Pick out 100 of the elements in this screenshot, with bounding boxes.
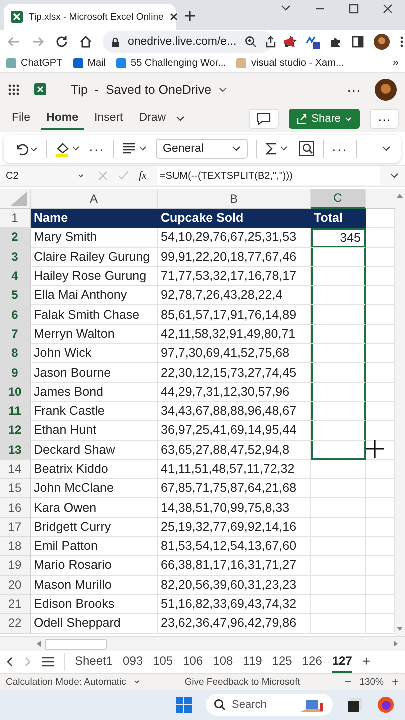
- row-header[interactable]: 10: [0, 382, 31, 402]
- comment-button[interactable]: [248, 109, 279, 129]
- more-button[interactable]: ···: [89, 142, 105, 156]
- align-icon[interactable]: [122, 142, 148, 156]
- bookmark[interactable]: Mail: [72, 58, 106, 68]
- new-tab-icon[interactable]: [184, 10, 196, 22]
- chevron-down-icon[interactable]: [281, 4, 291, 12]
- sheet-tab[interactable]: 125: [272, 651, 292, 673]
- sheet-tab[interactable]: Sheet1: [75, 651, 114, 673]
- bookmark[interactable]: visual studio - Xam...: [236, 58, 344, 68]
- scroll-left-icon[interactable]: [36, 641, 41, 647]
- bookmark[interactable]: ChatGPT: [6, 58, 63, 68]
- avatar-icon[interactable]: [375, 78, 397, 100]
- row-header[interactable]: 6: [0, 305, 31, 325]
- add-sheet-button[interactable]: +: [362, 653, 371, 671]
- previous-sheet-icon[interactable]: [6, 657, 14, 667]
- chevron-down-icon[interactable]: [382, 146, 391, 152]
- check-icon[interactable]: [118, 171, 129, 181]
- bookmark[interactable]: 55 Challenging Wor...: [116, 58, 226, 68]
- vertical-scrollbar[interactable]: [395, 189, 405, 636]
- scroll-right-icon[interactable]: [394, 641, 399, 647]
- row-header[interactable]: 7: [0, 324, 31, 344]
- start-icon[interactable]: [176, 697, 192, 713]
- ribbon-tab[interactable]: File: [6, 108, 37, 130]
- row-header[interactable]: 21: [0, 594, 31, 614]
- extension-icon[interactable]: [306, 35, 320, 49]
- more-button[interactable]: ···: [347, 82, 361, 98]
- row-header[interactable]: 2: [0, 228, 31, 248]
- ribbon-tab[interactable]: Draw: [133, 108, 172, 130]
- row-header[interactable]: 12: [0, 421, 31, 441]
- row-header[interactable]: 20: [0, 576, 31, 595]
- zoom-level[interactable]: 130%: [360, 676, 384, 688]
- scrollbar-thumb[interactable]: [45, 638, 107, 650]
- ribbon-tab[interactable]: Home: [40, 108, 84, 130]
- avatar-icon[interactable]: [374, 34, 390, 50]
- row-header[interactable]: 3: [0, 248, 31, 267]
- row-header[interactable]: 11: [0, 402, 31, 422]
- row-header[interactable]: 16: [0, 498, 31, 518]
- sheet-tab[interactable]: 105: [153, 651, 174, 673]
- close-icon[interactable]: [383, 4, 393, 14]
- row-header[interactable]: 19: [0, 556, 31, 576]
- sheet-tab[interactable]: 093: [123, 651, 144, 673]
- zoom-icon[interactable]: [244, 36, 257, 48]
- row-header[interactable]: 14: [0, 460, 31, 480]
- task-view-icon[interactable]: [347, 697, 363, 713]
- document-title[interactable]: Tip - Saved to OneDrive: [71, 82, 228, 96]
- search-field[interactable]: Search: [206, 694, 333, 716]
- browser-icon[interactable]: [377, 696, 395, 714]
- share-button[interactable]: Share: [288, 109, 360, 129]
- more-button[interactable]: ···: [332, 142, 348, 156]
- row-header[interactable]: 13: [0, 440, 31, 460]
- table-cell: Mario Rosario: [31, 556, 158, 576]
- find-icon[interactable]: [299, 141, 315, 157]
- number-format-dropdown[interactable]: General: [156, 139, 248, 159]
- app-launcher-icon[interactable]: [8, 84, 20, 96]
- share-icon[interactable]: [264, 36, 277, 48]
- menu-icon[interactable]: [400, 36, 404, 48]
- fill-color-icon[interactable]: [55, 141, 81, 157]
- reload-icon[interactable]: [55, 35, 69, 49]
- row-header[interactable]: 1: [0, 209, 31, 228]
- insert-function-button[interactable]: fx: [139, 170, 147, 182]
- row-header[interactable]: 9: [0, 363, 31, 383]
- ribbon-tab[interactable]: Insert: [88, 108, 130, 130]
- row-header[interactable]: 17: [0, 518, 31, 538]
- more-button[interactable]: ···: [370, 109, 399, 129]
- chevron-down-icon[interactable]: [390, 173, 399, 179]
- zoom-out-button[interactable]: −: [344, 675, 352, 689]
- sheet-list-icon[interactable]: [42, 657, 54, 667]
- sheet-tab[interactable]: 119: [243, 651, 262, 673]
- maximize-icon[interactable]: [349, 4, 359, 14]
- browser-tab[interactable]: Tip.xlsx - Microsoft Excel Online: [4, 4, 176, 30]
- sheet-tab[interactable]: 126: [302, 651, 322, 673]
- row-header[interactable]: 18: [0, 537, 31, 556]
- table-cell: Odell Sheppard: [31, 614, 158, 634]
- sheet-tab[interactable]: 106: [183, 651, 204, 673]
- bookmark-icon: [72, 58, 84, 68]
- sidebar-icon[interactable]: [352, 36, 364, 48]
- puzzle-icon[interactable]: [330, 36, 342, 48]
- calculation-mode[interactable]: Calculation Mode: Automatic: [6, 676, 126, 688]
- row-header[interactable]: 4: [0, 266, 31, 286]
- row-header[interactable]: 8: [0, 344, 31, 364]
- column-header[interactable]: C: [311, 189, 366, 209]
- table-cell: [311, 402, 366, 422]
- row-header[interactable]: 5: [0, 286, 31, 306]
- sheet-tab[interactable]: 108: [213, 651, 234, 673]
- more-bookmarks[interactable]: »: [392, 57, 399, 69]
- close-icon[interactable]: [168, 12, 179, 22]
- scroll-up-icon[interactable]: [397, 193, 403, 198]
- table-cell: Mason Murillo: [31, 576, 158, 595]
- feedback-link[interactable]: Give Feedback to Microsoft: [184, 676, 300, 688]
- home-icon[interactable]: [79, 35, 93, 49]
- chevron-down-icon[interactable]: [134, 680, 140, 684]
- row-header[interactable]: 22: [0, 614, 31, 634]
- name-box[interactable]: C2: [2, 167, 88, 185]
- horizontal-scrollbar[interactable]: [0, 636, 405, 651]
- chevron-down-icon[interactable]: [176, 116, 186, 122]
- scroll-down-icon[interactable]: [397, 627, 403, 632]
- row-header[interactable]: 15: [0, 479, 31, 498]
- formula-field[interactable]: =SUM(--(TEXTSPLIT(B2,","))): [156, 167, 380, 185]
- zoom-in-button[interactable]: +: [392, 675, 400, 689]
